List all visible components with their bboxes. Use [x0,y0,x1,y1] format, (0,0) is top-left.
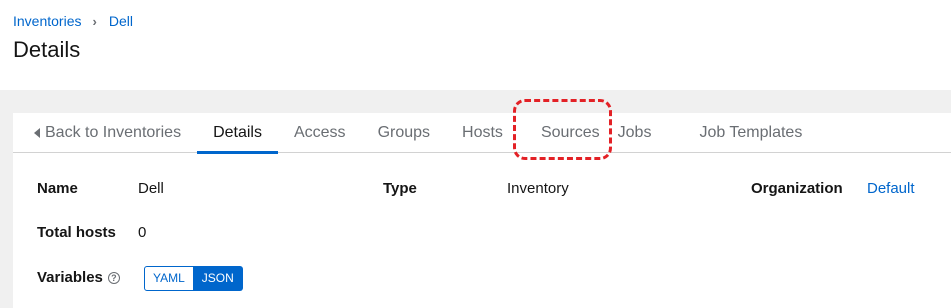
total-hosts-label: Total hosts [37,224,116,241]
caret-left-icon [34,128,40,138]
tab-label: Access [293,124,346,141]
breadcrumb-inventories-link[interactable]: Inventories [13,13,81,29]
breadcrumb: Inventories › Dell [13,13,133,29]
type-value: Inventory [507,180,569,197]
question-circle-icon[interactable]: ? [107,272,120,284]
tab-label: Details [213,124,262,141]
tab-label: Sources [540,124,600,141]
variables-label-text: Variables [37,269,103,286]
page-title: Details [13,37,81,62]
tab-label: Jobs [617,124,652,141]
tab-jobs[interactable]: Jobs [618,113,668,153]
yaml-toggle-button[interactable]: YAML [144,266,194,291]
page-header: Inventories › Dell Details [0,0,951,90]
json-toggle-button[interactable]: JSON [193,266,243,291]
tab-groups[interactable]: Groups [362,113,446,153]
tab-bar: Back to Inventories Details Access Group… [13,113,951,154]
tab-back-to-inventories[interactable]: Back to Inventories [13,113,197,153]
tab-sources[interactable]: Sources [519,113,618,153]
tab-details[interactable]: Details [197,113,278,154]
organization-link[interactable]: Default [867,180,915,197]
type-label: Type [383,180,417,197]
total-hosts-value: 0 [138,224,147,241]
tab-label: Job Templates [699,124,803,141]
chevron-right-icon: › [92,13,97,29]
breadcrumb-dell-link[interactable]: Dell [109,13,133,29]
organization-label: Organization [751,180,843,197]
tab-access[interactable]: Access [278,113,362,153]
tab-label: Hosts [462,124,503,141]
name-label: Name [37,180,78,197]
name-value: Dell [138,180,164,197]
tab-label: Groups [377,124,431,141]
tab-hosts[interactable]: Hosts [446,113,519,153]
tab-job-templates[interactable]: Job Templates [667,113,818,153]
tab-label: Back to Inventories [45,124,182,141]
variables-format-toggle: YAML JSON [144,266,243,291]
variables-label: Variables? [37,269,120,286]
